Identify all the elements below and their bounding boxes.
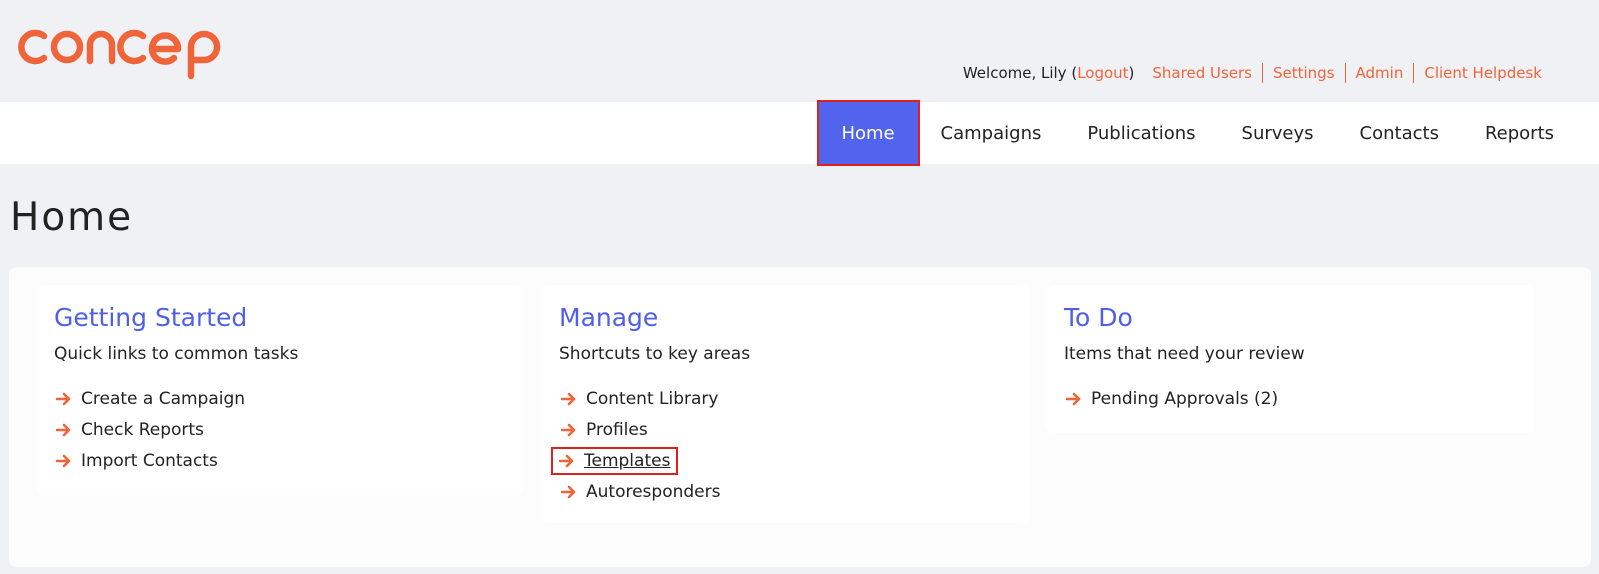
link-content-library[interactable]: Content Library [559,383,1011,414]
card-title: Getting Started [54,303,248,332]
concep-logo[interactable] [10,18,235,84]
link-templates[interactable]: Templates [550,445,1011,476]
nav-reports[interactable]: Reports [1462,102,1577,164]
link-list: Create a Campaign Check Reports Import C… [54,383,506,476]
main-navbar: Home Campaigns Publications Surveys Cont… [0,100,1599,166]
arrow-right-icon [56,454,71,467]
card-title: Manage [559,303,659,332]
shared-users-link[interactable]: Shared Users [1152,63,1263,83]
link-profiles[interactable]: Profiles [559,414,1011,445]
arrow-right-icon [561,485,576,498]
link-create-campaign[interactable]: Create a Campaign [54,383,506,414]
settings-link[interactable]: Settings [1263,63,1346,83]
todo-card: To Do Items that need your review Pendin… [1046,285,1534,433]
link-list: Content Library Profiles Templates Autor… [550,383,1011,507]
templates-highlight[interactable]: Templates [550,446,679,475]
nav-campaigns[interactable]: Campaigns [918,102,1065,164]
admin-link[interactable]: Admin [1346,63,1415,83]
utility-links: Shared Users Settings Admin Client Helpd… [1152,63,1542,83]
getting-started-card: Getting Started Quick links to common ta… [36,285,524,495]
page-title: Home [10,195,134,240]
client-helpdesk-link[interactable]: Client Helpdesk [1414,63,1542,83]
link-import-contacts[interactable]: Import Contacts [54,445,506,476]
arrow-right-icon [56,392,71,405]
arrow-right-icon [56,423,71,436]
card-subtitle: Items that need your review [1064,344,1305,364]
arrow-right-icon [561,392,576,405]
dashboard-panel: Getting Started Quick links to common ta… [9,267,1591,567]
nav-surveys[interactable]: Surveys [1219,102,1337,164]
utility-bar: Welcome, Lily (Logout) Shared Users Sett… [963,62,1542,84]
arrow-right-icon [559,454,574,467]
nav-contacts[interactable]: Contacts [1337,102,1462,164]
card-subtitle: Shortcuts to key areas [559,344,751,364]
card-title: To Do [1064,303,1133,332]
logout-link[interactable]: Logout [1077,64,1128,82]
link-autoresponders[interactable]: Autoresponders [559,476,1011,507]
link-pending-approvals[interactable]: Pending Approvals (2) [1064,383,1516,414]
arrow-right-icon [561,423,576,436]
card-subtitle: Quick links to common tasks [54,344,299,364]
link-list: Pending Approvals (2) [1064,383,1516,414]
nav-publications[interactable]: Publications [1064,102,1218,164]
arrow-right-icon [1066,392,1081,405]
manage-card: Manage Shortcuts to key areas Content Li… [541,285,1029,523]
welcome-text: Welcome, Lily (Logout) [962,64,1135,82]
nav-home[interactable]: Home [816,100,920,166]
link-check-reports[interactable]: Check Reports [54,414,506,445]
header: Welcome, Lily (Logout) Shared Users Sett… [0,0,1599,102]
main-nav: Home Campaigns Publications Surveys Cont… [816,100,1577,166]
